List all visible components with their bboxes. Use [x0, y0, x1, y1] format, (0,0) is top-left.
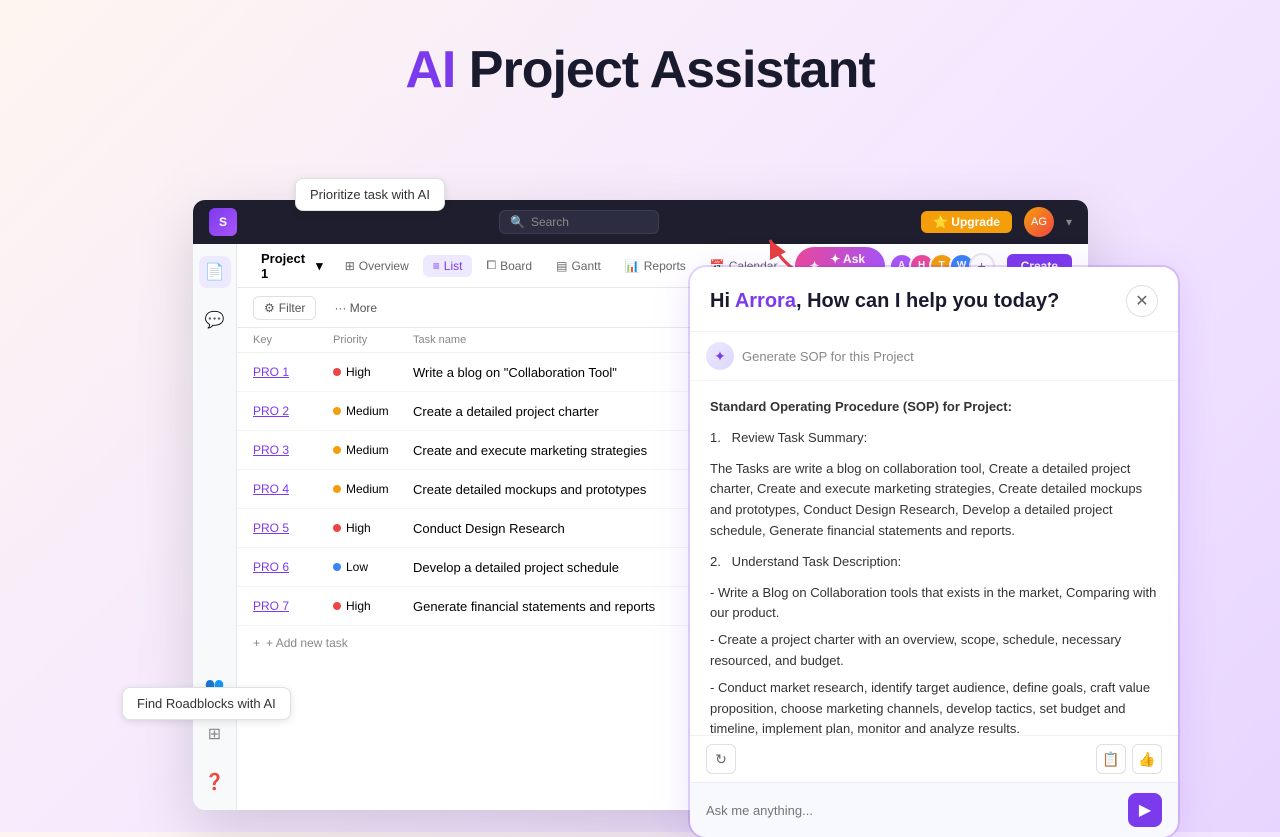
sidebar-icon-chat[interactable]: 💬 [199, 304, 231, 336]
task-key-6[interactable]: PRO 6 [253, 560, 333, 574]
search-box[interactable]: 🔍 Search [499, 210, 659, 234]
filter-icon: ⚙ [264, 301, 275, 315]
overview-icon: ⊞ [345, 259, 355, 273]
thumbs-up-button[interactable]: 👍 [1132, 744, 1162, 774]
tab-reports[interactable]: 📊 Reports [615, 255, 696, 277]
sidebar-icon-help[interactable]: ❓ [199, 766, 231, 798]
upgrade-button[interactable]: ⭐ Upgrade [921, 211, 1012, 233]
ai-response-area: Standard Operating Procedure (SOP) for P… [690, 381, 1178, 735]
sidebar-icon-grid[interactable]: ⊞ [199, 718, 231, 750]
task-key-2[interactable]: PRO 2 [253, 404, 333, 418]
copy-button[interactable]: 📋 [1096, 744, 1126, 774]
more-button[interactable]: ··· More [324, 297, 387, 319]
response-point-2: - Create a project charter with an overv… [710, 630, 1158, 672]
ai-input-bar: ▶ [690, 782, 1178, 837]
send-icon: ▶ [1139, 800, 1151, 820]
tooltip-prioritize: Prioritize task with AI [295, 178, 445, 211]
ai-panel-body: ✦ Generate SOP for this Project Standard… [690, 332, 1178, 782]
ai-message-input[interactable] [706, 803, 1118, 818]
priority-dot-medium-3 [333, 446, 341, 454]
tab-overview[interactable]: ⊞ Overview [335, 255, 419, 277]
priority-dot-high-5 [333, 524, 341, 532]
close-button[interactable]: ✕ [1126, 285, 1158, 317]
gantt-icon: ▤ [556, 259, 567, 273]
ai-send-button[interactable]: ▶ [1128, 793, 1162, 827]
task-key-3[interactable]: PRO 3 [253, 443, 333, 457]
priority-cell-7: High [333, 599, 413, 613]
ai-chat-panel: Hi Arrora, How can I help you today? ✕ ✦… [690, 267, 1178, 837]
board-icon: ⧠ [486, 258, 496, 273]
ai-prompt-bar: ✦ Generate SOP for this Project [690, 332, 1178, 381]
user-dropdown-icon[interactable]: ▾ [1066, 215, 1072, 229]
title-rest: Project Assistant [455, 41, 874, 99]
tab-gantt[interactable]: ▤ Gantt [546, 255, 611, 277]
page-title: AI Project Assistant [0, 0, 1280, 100]
reports-icon: 📊 [625, 259, 640, 273]
priority-cell-4: Medium [333, 482, 413, 496]
task-key-4[interactable]: PRO 4 [253, 482, 333, 496]
filter-button[interactable]: ⚙ Filter [253, 296, 316, 320]
refresh-button[interactable]: ↻ [706, 744, 736, 774]
sidebar-icon-docs[interactable]: 📄 [199, 256, 231, 288]
project-selector[interactable]: Project 1 ▾ [253, 247, 331, 285]
priority-cell-5: High [333, 521, 413, 535]
ai-prompt-icon: ✦ [706, 342, 734, 370]
task-key-1[interactable]: PRO 1 [253, 365, 333, 379]
search-icon: 🔍 [510, 215, 525, 229]
ai-panel-header: Hi Arrora, How can I help you today? ✕ [690, 267, 1178, 332]
priority-cell-2: Medium [333, 404, 413, 418]
ai-panel-actions: ↻ 📋 👍 [690, 735, 1178, 782]
response-section-2-title: 2. Understand Task Description: [710, 552, 1158, 573]
project-dropdown-icon: ▾ [316, 258, 323, 274]
response-title: Standard Operating Procedure (SOP) for P… [710, 397, 1158, 418]
task-key-5[interactable]: PRO 5 [253, 521, 333, 535]
priority-dot-high [333, 368, 341, 376]
ai-greeting: Hi Arrora, How can I help you today? [710, 290, 1059, 313]
left-sidebar: 📄 💬 👥 ⊞ ❓ [193, 244, 237, 810]
user-avatar[interactable]: AG [1024, 207, 1054, 237]
tooltip-roadblocks: Find Roadblocks with AI [122, 687, 291, 720]
col-key: Key [253, 334, 333, 346]
priority-dot-medium-4 [333, 485, 341, 493]
ai-prompt-text: Generate SOP for this Project [742, 349, 1162, 364]
response-point-3: - Conduct market research, identify targ… [710, 678, 1158, 735]
task-key-7[interactable]: PRO 7 [253, 599, 333, 613]
priority-dot-medium [333, 407, 341, 415]
response-section-1-body: The Tasks are write a blog on collaborat… [710, 459, 1158, 542]
app-logo: S [209, 208, 237, 236]
col-priority: Priority [333, 334, 413, 346]
priority-dot-low [333, 563, 341, 571]
response-point-1: - Write a Blog on Collaboration tools th… [710, 583, 1158, 625]
tab-list[interactable]: ≡ List [423, 255, 473, 277]
priority-cell-6: Low [333, 560, 413, 574]
priority-dot-high-7 [333, 602, 341, 610]
list-icon: ≡ [433, 259, 440, 273]
tab-board[interactable]: ⧠ Board [476, 254, 542, 277]
priority-cell-3: Medium [333, 443, 413, 457]
priority-cell-1: High [333, 365, 413, 379]
add-icon: + [253, 636, 260, 650]
title-ai-word: AI [405, 41, 455, 99]
response-section-1-title: 1. Review Task Summary: [710, 428, 1158, 449]
